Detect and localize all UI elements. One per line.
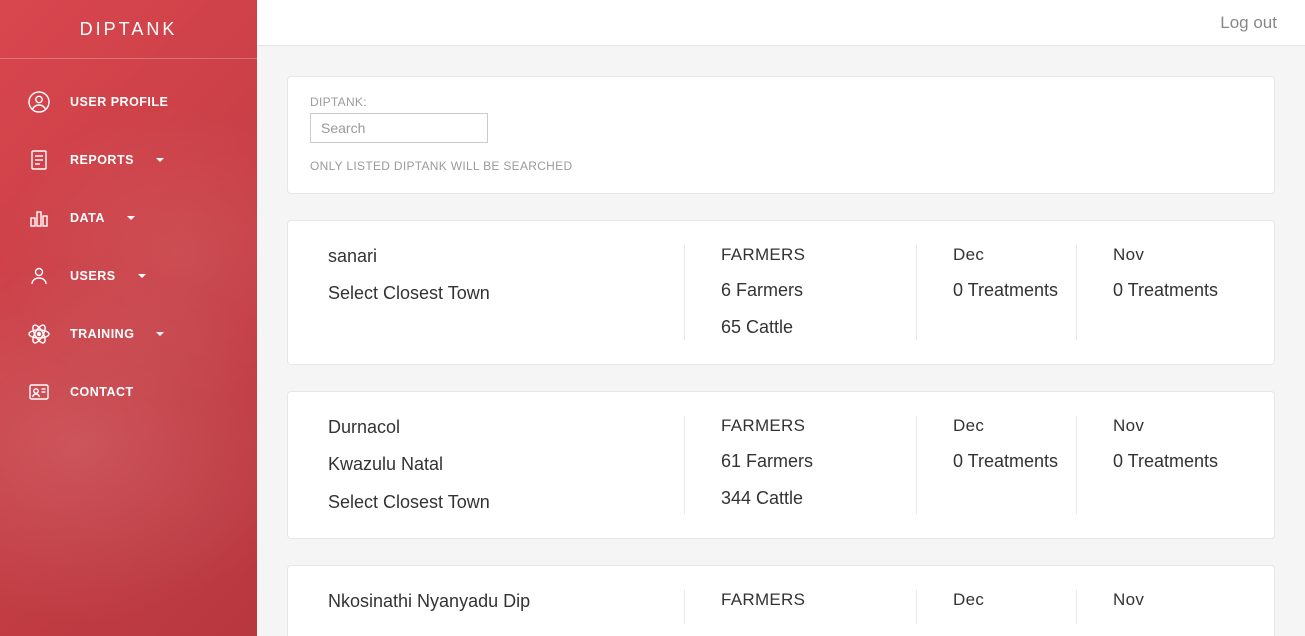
month-name: Nov [1113, 245, 1234, 265]
search-card: DIPTANK: ONLY LISTED DIPTANK WILL BE SEA… [287, 76, 1275, 194]
farmers-col: FARMERS 61 Farmers 344 Cattle [684, 416, 916, 514]
sidebar: DIPTANK USER PROFILE REPORTS DATA [0, 0, 257, 636]
users-icon [26, 263, 52, 289]
diptank-name: Nkosinathi Nyanyadu Dip [328, 590, 670, 613]
chevron-down-icon [127, 216, 135, 220]
user-icon [26, 89, 52, 115]
treatments-count: 0 Treatments [1113, 279, 1234, 302]
diptank-info: Durnacol Kwazulu Natal Select Closest To… [314, 416, 684, 514]
month-col: Dec 0 Treatments [916, 245, 1076, 340]
nav-reports[interactable]: REPORTS [0, 131, 257, 189]
farmers-col: FARMERS [684, 590, 916, 624]
diptank-card[interactable]: Nkosinathi Nyanyadu Dip FARMERS Dec Nov [287, 565, 1275, 636]
month-name: Dec [953, 245, 1062, 265]
nav-label: DATA [70, 211, 105, 225]
treatments-count: 0 Treatments [953, 450, 1062, 473]
farmers-heading: FARMERS [721, 245, 902, 265]
month-col: Dec [916, 590, 1076, 624]
month-col: Nov [1076, 590, 1248, 624]
month-name: Nov [1113, 590, 1234, 610]
farmers-count: 6 Farmers [721, 279, 902, 302]
month-col: Nov 0 Treatments [1076, 245, 1248, 340]
month-name: Dec [953, 590, 1062, 610]
diptank-name: sanari [328, 245, 670, 268]
search-hint: ONLY LISTED DIPTANK WILL BE SEARCHED [310, 159, 1252, 173]
chevron-down-icon [138, 274, 146, 278]
nav-label: USER PROFILE [70, 95, 168, 109]
nav-training[interactable]: TRAINING [0, 305, 257, 363]
cattle-count: 344 Cattle [721, 487, 902, 510]
month-name: Dec [953, 416, 1062, 436]
diptank-info: Nkosinathi Nyanyadu Dip [314, 590, 684, 624]
treatments-count: 0 Treatments [953, 279, 1062, 302]
nav-label: CONTACT [70, 385, 134, 399]
diptank-info: sanari Select Closest Town [314, 245, 684, 340]
content: DIPTANK: ONLY LISTED DIPTANK WILL BE SEA… [257, 46, 1305, 636]
brand-title: DIPTANK [0, 0, 257, 59]
treatments-count: 0 Treatments [1113, 450, 1234, 473]
month-col: Nov 0 Treatments [1076, 416, 1248, 514]
atom-icon [26, 321, 52, 347]
id-card-icon [26, 379, 52, 405]
nav-label: USERS [70, 269, 116, 283]
nav-label: TRAINING [70, 327, 134, 341]
diptank-location: Kwazulu Natal [328, 453, 670, 476]
diptank-location: Select Closest Town [328, 491, 670, 514]
farmers-col: FARMERS 6 Farmers 65 Cattle [684, 245, 916, 340]
diptank-location: Select Closest Town [328, 282, 670, 305]
chevron-down-icon [156, 158, 164, 162]
month-name: Nov [1113, 416, 1234, 436]
document-icon [26, 147, 52, 173]
cattle-count: 65 Cattle [721, 316, 902, 339]
main: Log out DIPTANK: ONLY LISTED DIPTANK WIL… [257, 0, 1305, 636]
search-input[interactable] [310, 113, 488, 143]
diptank-card[interactable]: Durnacol Kwazulu Natal Select Closest To… [287, 391, 1275, 539]
search-label: DIPTANK: [310, 95, 1252, 109]
diptank-card[interactable]: sanari Select Closest Town FARMERS 6 Far… [287, 220, 1275, 365]
nav-contact[interactable]: CONTACT [0, 363, 257, 421]
nav: USER PROFILE REPORTS DATA [0, 59, 257, 421]
nav-data[interactable]: DATA [0, 189, 257, 247]
farmers-heading: FARMERS [721, 416, 902, 436]
nav-label: REPORTS [70, 153, 134, 167]
farmers-count: 61 Farmers [721, 450, 902, 473]
diptank-name: Durnacol [328, 416, 670, 439]
chevron-down-icon [156, 332, 164, 336]
topbar: Log out [257, 0, 1305, 46]
month-col: Dec 0 Treatments [916, 416, 1076, 514]
nav-user-profile[interactable]: USER PROFILE [0, 73, 257, 131]
nav-users[interactable]: USERS [0, 247, 257, 305]
logout-button[interactable]: Log out [1220, 13, 1277, 33]
bar-chart-icon [26, 205, 52, 231]
farmers-heading: FARMERS [721, 590, 902, 610]
